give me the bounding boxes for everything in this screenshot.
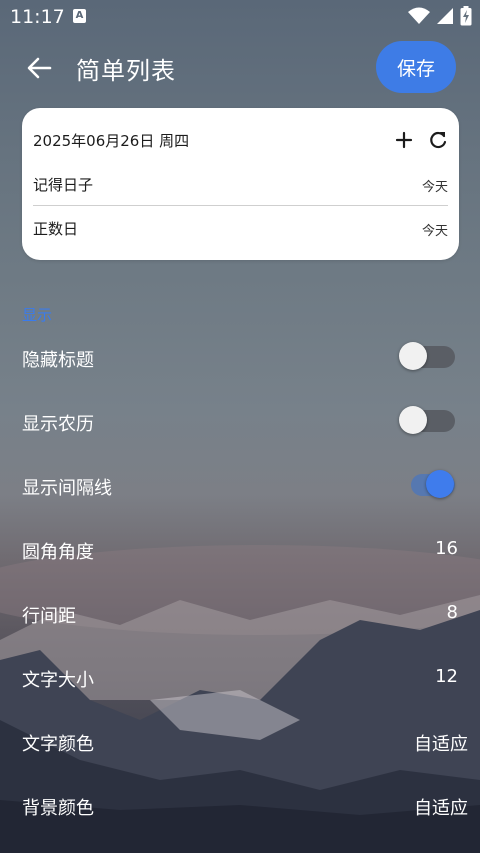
signal-icon [437,8,453,24]
toggle-knob [399,406,427,434]
wifi-icon [408,7,430,24]
setting-line-spacing[interactable]: 行间距 8 [0,582,480,646]
setting-label: 文字颜色 [22,734,94,755]
setting-background-color[interactable]: 背景颜色 自适应 [0,774,480,838]
setting-corner-radius[interactable]: 圆角角度 16 [0,518,480,582]
setting-label: 背景颜色 [22,798,94,819]
card-divider [33,205,448,206]
hide-title-toggle[interactable] [399,342,455,370]
status-bar: 11:17 A [0,0,480,34]
show-lunar-toggle[interactable] [399,406,455,434]
setting-value: 自适应 [414,798,468,819]
setting-value: 8 [446,602,458,623]
page-title: 简单列表 [76,57,176,85]
setting-label: 圆角角度 [22,542,94,563]
card-row-event-2[interactable]: 正数日 今天 [33,208,448,248]
preview-card: 2025年06月26日 周四 记得日子 今天 正数日 今天 [22,108,459,260]
setting-show-divider[interactable]: 显示间隔线 [0,454,480,518]
card-row-name: 记得日子 [33,176,94,194]
setting-text-size[interactable]: 文字大小 12 [0,646,480,710]
setting-label: 隐藏标题 [22,350,94,371]
plus-icon[interactable] [394,130,414,150]
setting-show-lunar[interactable]: 显示农历 [0,390,480,454]
status-icons [408,6,472,26]
setting-value: 16 [435,538,458,559]
notification-icon: A [73,9,86,23]
setting-text-color[interactable]: 文字颜色 自适应 [0,710,480,774]
toggle-knob [399,342,427,370]
refresh-icon[interactable] [427,129,449,151]
card-row-value: 今天 [421,224,448,239]
setting-value: 自适应 [414,734,468,755]
battery-icon [460,6,472,26]
status-time: 11:17 [10,6,65,28]
setting-value: 12 [435,666,458,687]
setting-label: 文字大小 [22,670,94,691]
setting-hide-title[interactable]: 隐藏标题 [0,326,480,390]
section-header-display: 显示 [22,306,53,324]
save-button[interactable]: 保存 [376,41,456,93]
setting-label: 显示农历 [22,414,94,435]
card-row-name: 正数日 [33,220,79,238]
back-arrow-icon[interactable] [24,53,54,83]
card-row-event-1[interactable]: 记得日子 今天 [33,164,448,204]
show-divider-toggle[interactable] [411,470,455,498]
card-row-value: 今天 [421,180,448,195]
toggle-knob [426,470,454,498]
setting-label: 行间距 [22,606,76,627]
card-date: 2025年06月26日 周四 [33,132,190,150]
setting-label: 显示间隔线 [22,478,112,499]
app-bar: 简单列表 保存 [0,34,480,100]
